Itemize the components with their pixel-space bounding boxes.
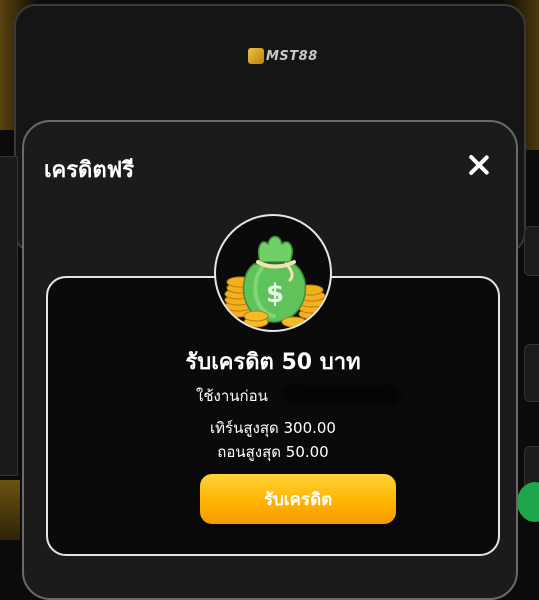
money-bag-illustration: $ xyxy=(224,235,326,328)
use-before-label: ใช้งานก่อน xyxy=(196,387,268,405)
background-right-tab xyxy=(524,226,539,276)
chat-bubble-icon[interactable] xyxy=(517,482,539,522)
background-bottom-left xyxy=(0,480,20,540)
redacted-date xyxy=(286,388,396,402)
svg-text:$: $ xyxy=(266,279,284,309)
reward-title: รับเครดิต 50 บาท xyxy=(185,350,361,375)
app-logo: MST88 xyxy=(248,44,328,68)
background-left-strip xyxy=(0,156,18,476)
close-icon[interactable] xyxy=(466,152,492,178)
logo-text: MST88 xyxy=(266,48,318,64)
claim-credit-button[interactable]: รับเครดิต xyxy=(200,474,396,524)
modal-title: เครดิตฟรี xyxy=(44,158,135,183)
logo-badge-icon xyxy=(248,48,264,64)
money-bag-icon: $ xyxy=(214,214,332,332)
background-right-tab xyxy=(524,344,539,402)
free-credit-modal: เครดิตฟรี รับเครดิต 50 บาท ใช้งานก่อน เท… xyxy=(22,120,518,600)
max-turnover: เทิร์นสูงสุด 300.00 xyxy=(210,419,336,437)
max-withdraw: ถอนสูงสุด 50.00 xyxy=(217,443,329,461)
